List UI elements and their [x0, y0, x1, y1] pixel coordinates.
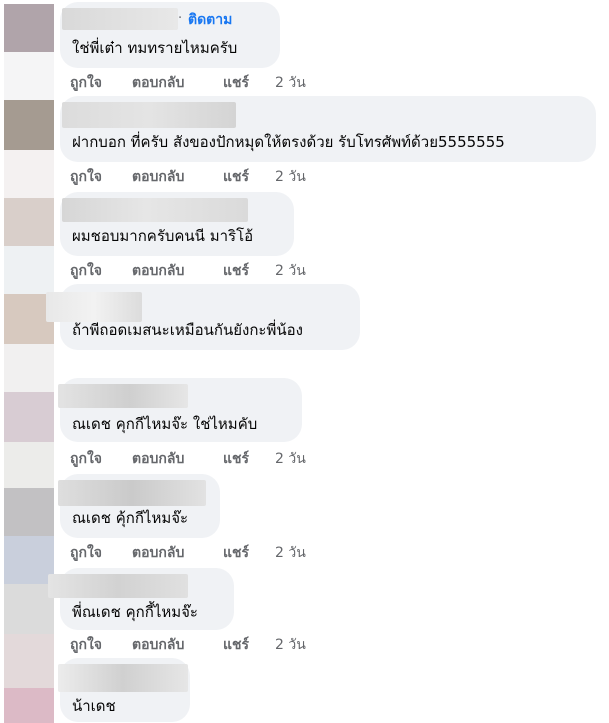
avatar-background: [4, 52, 54, 100]
like-button[interactable]: ถูกใจ: [70, 448, 102, 470]
comment-text: น้าเดช: [72, 697, 116, 715]
comment-text: ใช่พี่เต๋า ทมทรายไหมครับ: [72, 39, 238, 57]
avatar[interactable]: [4, 392, 54, 442]
blurred-name: [46, 292, 142, 322]
avatar-background: [4, 442, 54, 488]
avatar[interactable]: [4, 488, 54, 536]
avatar-background: [4, 344, 54, 392]
commenter-name[interactable]: [60, 102, 596, 128]
blurred-name: [48, 574, 188, 598]
commenter-name[interactable]: [58, 664, 190, 692]
blurred-name: [62, 198, 248, 222]
comment-text: พี่ณเดช คุกกี้ไหมจ๊ะ: [72, 603, 198, 621]
comment-bubble: พี่ณเดช คุกกี้ไหมจ๊ะ: [48, 568, 234, 630]
blurred-name: [62, 102, 236, 128]
avatar-background: [4, 246, 54, 294]
timestamp[interactable]: 2 วัน: [275, 260, 306, 282]
follow-separator: ·: [178, 11, 183, 26]
comment-text: ณเดช คุกกีไหมจ๊ะ ใช่ไหมคับ: [72, 415, 258, 433]
reply-button[interactable]: ตอบกลับ: [132, 166, 184, 188]
comment-text: ถ้าพีถอดเมสนะเหมือนกันยังกะพี่น้อง: [72, 321, 303, 339]
blurred-name: [58, 480, 206, 506]
comment-thread: · ติดตาม ใช่พี่เต๋า ทมทรายไหมครับ ถูกใจ …: [0, 0, 609, 723]
like-button[interactable]: ถูกใจ: [70, 72, 102, 94]
avatar[interactable]: [4, 4, 54, 52]
avatar-background: [4, 150, 54, 198]
like-button[interactable]: ถูกใจ: [70, 166, 102, 188]
comment-text: ณเดช คุ้กกีไหมจ๊ะ: [72, 509, 189, 527]
share-button[interactable]: แชร์: [223, 166, 249, 188]
reply-button[interactable]: ตอบกลับ: [132, 448, 184, 470]
comment-text: ผมชอบมากครับคนนี มาริโอ้: [72, 227, 254, 245]
reply-button[interactable]: ตอบกลับ: [132, 72, 184, 94]
comment-bubble: ณเดช คุ้กกีไหมจ๊ะ: [58, 474, 220, 538]
share-button[interactable]: แชร์: [223, 542, 249, 564]
avatar[interactable]: [4, 688, 54, 723]
comment-bubble: ผมชอบมากครับคนนี มาริโอ้: [60, 192, 294, 256]
blurred-name: [58, 664, 188, 692]
comment-bubble: น้าเดช: [58, 658, 190, 722]
comment-bubble: ฝากบอก ที่ครับ สังของปักหมุดให้ตรงด้วย ร…: [60, 96, 596, 162]
reply-button[interactable]: ตอบกลับ: [132, 542, 184, 564]
avatar-background: [4, 634, 54, 688]
blurred-name: [58, 384, 188, 408]
avatar-column: [0, 0, 54, 723]
comment-text: ฝากบอก ที่ครับ สังของปักหมุดให้ตรงด้วย ร…: [72, 133, 505, 151]
like-button[interactable]: ถูกใจ: [70, 542, 102, 564]
timestamp[interactable]: 2 วัน: [275, 166, 306, 188]
timestamp[interactable]: 2 วัน: [275, 72, 306, 94]
commenter-name[interactable]: [48, 574, 234, 598]
commenter-name[interactable]: [46, 290, 360, 322]
comment-bubble: · ติดตาม ใช่พี่เต๋า ทมทรายไหมครับ: [60, 2, 280, 68]
like-button[interactable]: ถูกใจ: [70, 260, 102, 282]
like-button[interactable]: ถูกใจ: [70, 634, 102, 656]
share-button[interactable]: แชร์: [223, 448, 249, 470]
avatar[interactable]: [4, 100, 54, 150]
follow-button[interactable]: ติดตาม: [188, 9, 232, 31]
avatar[interactable]: [4, 198, 54, 246]
avatar-background: [4, 536, 54, 584]
commenter-name[interactable]: [58, 384, 302, 408]
share-button[interactable]: แชร์: [223, 634, 249, 656]
share-button[interactable]: แชร์: [223, 260, 249, 282]
reply-button[interactable]: ตอบกลับ: [132, 260, 184, 282]
blurred-name: [62, 8, 178, 30]
share-button[interactable]: แชร์: [223, 72, 249, 94]
timestamp[interactable]: 2 วัน: [275, 634, 306, 656]
commenter-name[interactable]: · ติดตาม: [60, 8, 280, 32]
timestamp[interactable]: 2 วัน: [275, 448, 306, 470]
avatar[interactable]: [4, 584, 54, 634]
timestamp[interactable]: 2 วัน: [275, 542, 306, 564]
comment-bubble: ถ้าพีถอดเมสนะเหมือนกันยังกะพี่น้อง: [46, 284, 360, 350]
reply-button[interactable]: ตอบกลับ: [132, 634, 184, 656]
commenter-name[interactable]: [60, 198, 294, 222]
comment-bubble: ณเดช คุกกีไหมจ๊ะ ใช่ไหมคับ: [58, 378, 302, 442]
commenter-name[interactable]: [58, 480, 220, 506]
